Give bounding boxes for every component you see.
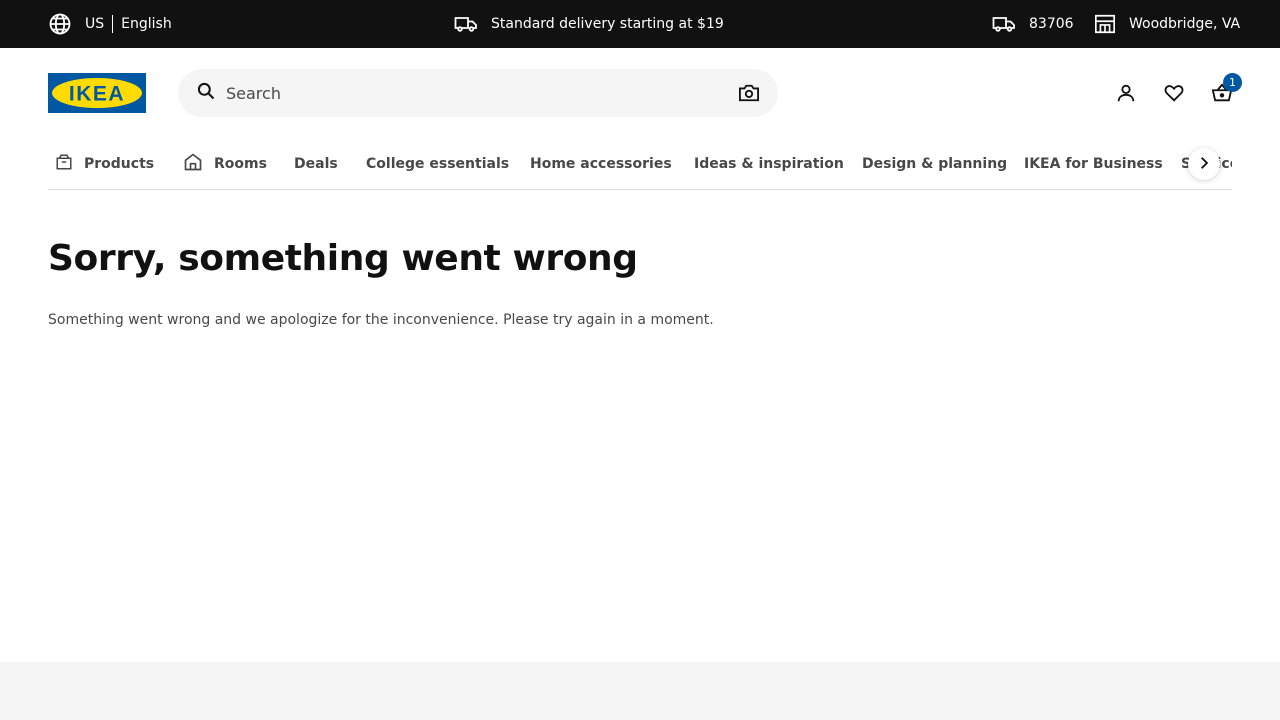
nav-item-home-accessories[interactable]: Home accessories [530,140,672,188]
nav-item-label: Deals [294,156,338,172]
error-title: Sorry, something went wrong [48,238,638,279]
truck-icon [992,12,1016,36]
nav-item-label: Rooms [214,156,267,172]
user-icon[interactable] [1114,81,1138,105]
language-label[interactable]: English [121,16,172,32]
nav-item-products[interactable]: Products [55,140,154,188]
home-icon [183,152,214,176]
language-selector[interactable]: US English [48,0,172,48]
store-name[interactable]: Woodbridge, VA [1129,16,1240,32]
top-bar: US English Standard delivery starting at… [0,0,1280,48]
search-icon[interactable] [196,81,216,105]
nav-item-label: College essentials [366,156,510,172]
delivery-info[interactable]: Standard delivery starting at $19 [454,0,724,48]
nav-item-rooms[interactable]: Rooms [183,140,267,188]
divider [112,15,114,33]
main-navigation: Products Rooms Deals College essentials … [48,140,1232,190]
nav-item-college-essentials[interactable]: College essentials [366,140,509,188]
heart-icon[interactable] [1162,81,1186,105]
nav-item-ikea-for-business[interactable]: IKEA for Business [1024,140,1163,188]
globe-icon [48,12,72,36]
zip-selector[interactable]: 83706 [992,0,1074,48]
ikea-logo[interactable]: IKEA [48,73,146,113]
logo-text: IKEA [69,83,125,106]
nav-item-label: Design & planning [862,156,1008,172]
box-icon [55,153,84,175]
cart-count-badge: 1 [1223,73,1242,92]
footer-band [0,662,1280,720]
store-icon [1094,13,1116,35]
search-input[interactable]: Search [226,84,778,103]
nav-item-label: IKEA for Business [1024,156,1163,172]
nav-item-label: Products [84,156,155,172]
camera-icon[interactable] [738,83,760,107]
delivery-text[interactable]: Standard delivery starting at $19 [491,16,724,32]
zip-code[interactable]: 83706 [1029,16,1074,32]
error-message: Something went wrong and we apologize fo… [48,312,714,328]
truck-icon [454,12,478,36]
chevron-right-icon [1197,155,1211,174]
nav-scroll-next-button[interactable] [1188,148,1220,180]
nav-item-label: Home accessories [530,156,672,172]
search-bar[interactable]: Search [178,69,778,117]
nav-item-design-planning[interactable]: Design & planning [862,140,1007,188]
country-code[interactable]: US [85,16,104,32]
nav-item-label: Ideas & inspiration [694,156,844,172]
nav-item-deals[interactable]: Deals [294,140,338,188]
store-selector[interactable]: Woodbridge, VA [1094,0,1240,48]
nav-item-ideas-inspiration[interactable]: Ideas & inspiration [694,140,844,188]
